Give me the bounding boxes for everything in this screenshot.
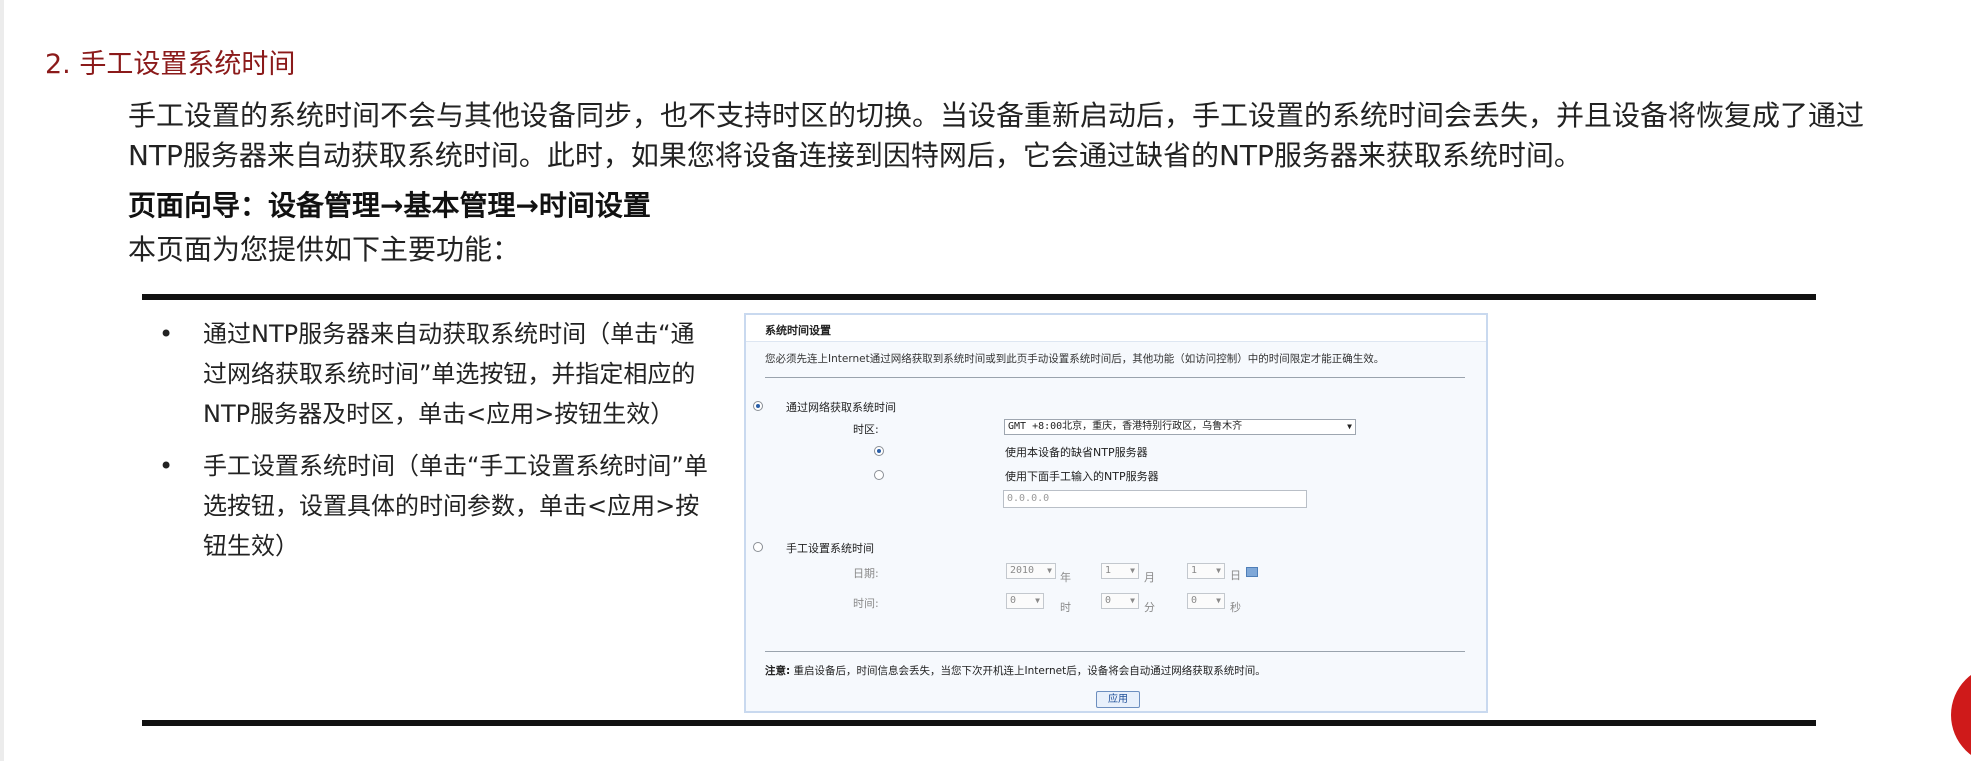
year-unit: 年 [1060,571,1071,584]
intro-text: 本页面为您提供如下主要功能： [128,233,521,266]
manual-ntp-label: 使用下面手工输入的NTP服务器 [1005,470,1159,483]
time-label: 时间: [853,597,879,610]
panel-divider [765,377,1465,378]
timezone-label: 时区: [853,423,879,436]
manual-time-radio[interactable] [753,542,763,552]
body-paragraph: 手工设置的系统时间不会与其他设备同步，也不支持时区的切换。当设备重新启动后，手工… [128,99,1865,172]
page-left-border [0,0,4,761]
bullet-dot-icon: • [159,452,174,480]
panel-divider [765,651,1465,652]
dropdown-arrow-icon: ▼ [1130,596,1135,605]
day-select[interactable]: 1 ▼ [1187,563,1225,579]
hour-unit: 时 [1060,601,1071,614]
panel-note: 注意: 重启设备后，时间信息会丢失，当您下次开机连上Internet后，设备将会… [765,663,1266,678]
ntp-server-input[interactable]: 0.0.0.0 [1003,490,1307,508]
floating-action-circle[interactable] [1951,665,1971,765]
timezone-select[interactable]: GMT +8:00北京，重庆，香港特别行政区，乌鲁木齐 ▼ [1004,419,1356,435]
dropdown-arrow-icon: ▼ [1347,422,1352,431]
day-unit: 日 [1230,569,1241,582]
bullet-dot-icon: • [159,320,174,348]
panel-header: 系统时间设置 [746,315,1486,342]
minute-select[interactable]: 0 ▼ [1101,593,1139,609]
feature-item-text: 手工设置系统时间（单击“手工设置系统时间”单选按钮，设置具体的时间参数，单击<应… [203,452,708,560]
table-top-rule [142,294,1816,300]
calendar-icon[interactable] [1246,567,1258,577]
second-unit: 秒 [1230,601,1241,614]
dropdown-arrow-icon: ▼ [1035,596,1040,605]
feature-item-text: 通过NTP服务器来自动获取系统时间（单击“通过网络获取系统时间”单选按钮，并指定… [203,320,696,428]
net-time-radio[interactable] [753,401,763,411]
feature-item-ntp: • 通过NTP服务器来自动获取系统时间（单击“通过网络获取系统时间”单选按钮，并… [155,314,715,434]
table-bottom-rule [142,720,1816,726]
feature-list: • 通过NTP服务器来自动获取系统时间（单击“通过网络获取系统时间”单选按钮，并… [155,314,715,578]
day-value: 1 [1191,565,1198,576]
net-time-radio-label: 通过网络获取系统时间 [786,401,896,414]
dropdown-arrow-icon: ▼ [1216,566,1221,575]
note-text: 重启设备后，时间信息会丢失，当您下次开机连上Internet后，设备将会自动通过… [793,665,1266,677]
hour-select[interactable]: 0 ▼ [1006,593,1044,609]
second-value: 0 [1191,595,1198,606]
minute-unit: 分 [1144,601,1155,614]
month-select[interactable]: 1 ▼ [1101,563,1139,579]
panel-notice: 您必须先连上Internet通过网络获取到系统时间或到此页手动设置系统时间后，其… [765,353,1385,365]
dropdown-arrow-icon: ▼ [1216,596,1221,605]
timezone-value: GMT +8:00北京，重庆，香港特别行政区，乌鲁木齐 [1008,421,1243,432]
page-navigation-path: 页面向导：设备管理→基本管理→时间设置 [128,189,651,222]
apply-button[interactable]: 应用 [1096,691,1140,708]
manual-ntp-radio[interactable] [874,470,884,480]
date-label: 日期: [853,567,879,580]
month-value: 1 [1105,565,1112,576]
default-ntp-radio[interactable] [874,446,884,456]
hour-value: 0 [1010,595,1017,606]
panel-title: 系统时间设置 [765,324,831,337]
minute-value: 0 [1105,595,1112,606]
dropdown-arrow-icon: ▼ [1047,566,1052,575]
feature-item-manual: • 手工设置系统时间（单击“手工设置系统时间”单选按钮，设置具体的时间参数，单击… [155,446,715,566]
note-heading: 注意: [765,665,791,677]
year-value: 2010 [1010,565,1035,576]
second-select[interactable]: 0 ▼ [1187,593,1225,609]
manual-time-radio-label: 手工设置系统时间 [786,542,874,555]
dropdown-arrow-icon: ▼ [1130,566,1135,575]
section-title: 2. 手工设置系统时间 [45,49,296,80]
system-time-settings-screenshot: 系统时间设置 您必须先连上Internet通过网络获取到系统时间或到此页手动设置… [744,313,1488,713]
month-unit: 月 [1144,571,1155,584]
year-select[interactable]: 2010 ▼ [1006,563,1056,579]
default-ntp-label: 使用本设备的缺省NTP服务器 [1005,446,1148,459]
